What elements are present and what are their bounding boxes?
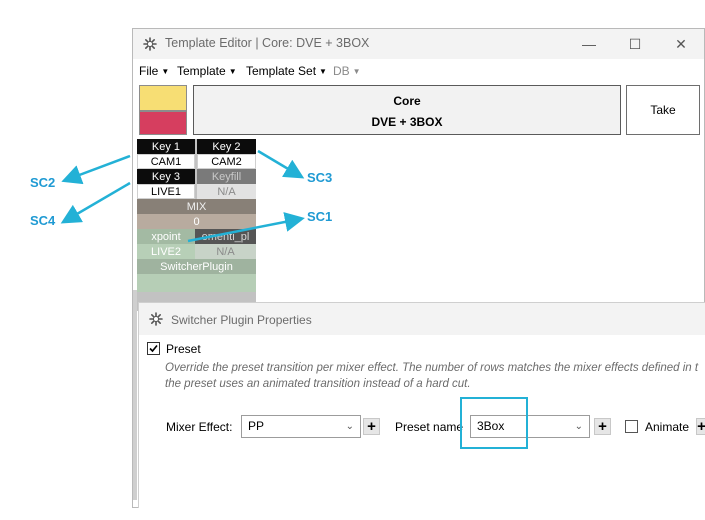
switcher-panel: Key 1 Key 2 CAM1 CAM2 Key 3 Keyfill LIVE…	[137, 139, 256, 311]
menu-template-label: Template	[177, 64, 226, 78]
zero-cell[interactable]: 0	[137, 214, 256, 229]
menu-file[interactable]: File ▼	[139, 64, 169, 78]
menu-template-set[interactable]: Template Set ▼	[246, 64, 327, 78]
color-swatch-red[interactable]	[139, 111, 187, 135]
core-display: Core DVE + 3BOX	[193, 85, 621, 135]
na-cell-2[interactable]: N/A	[195, 244, 256, 259]
element-cell[interactable]: ementi_pl	[195, 229, 256, 244]
dropdown-arrow-icon: ▼	[319, 67, 327, 76]
live2-cell[interactable]: LIVE2	[137, 244, 195, 259]
callout-sc1: SC1	[307, 209, 333, 224]
keyfill-cell[interactable]: Keyfill	[197, 169, 256, 184]
add-mixer-effect-button[interactable]: +	[363, 418, 380, 435]
live1-cell[interactable]: LIVE1	[137, 184, 195, 199]
chevron-down-icon: ⌄	[345, 421, 354, 432]
arrow-sc2	[61, 154, 131, 185]
menu-template-set-label: Template Set	[246, 64, 317, 78]
dialog-title: Switcher Plugin Properties	[171, 313, 312, 327]
arrow-sc4	[60, 181, 131, 224]
preset-checkbox[interactable]	[147, 342, 160, 355]
callout-sc2: SC2	[30, 175, 56, 190]
window-title: Template Editor | Core: DVE + 3BOX	[165, 36, 370, 50]
menu-db[interactable]: DB ▼	[333, 64, 361, 78]
cam2-cell[interactable]: CAM2	[197, 154, 256, 169]
dialog-title-bar[interactable]: Switcher Plugin Properties	[139, 303, 705, 335]
menu-bar: File ▼ Template ▼ Template Set ▼ DB ▼	[133, 61, 704, 81]
na-cell[interactable]: N/A	[197, 184, 256, 199]
cam1-cell[interactable]: CAM1	[137, 154, 195, 169]
preset-label: Preset	[166, 342, 201, 356]
dropdown-arrow-icon: ▼	[228, 67, 237, 76]
empty-plugin-row[interactable]	[137, 274, 256, 292]
callout-sc3: SC3	[307, 170, 333, 185]
description-line-2: the preset uses an animated transition i…	[165, 378, 471, 390]
callout-sc4: SC4	[30, 213, 56, 228]
chevron-down-icon: ⌄	[574, 421, 583, 432]
menu-file-label: File	[139, 64, 159, 78]
take-button[interactable]: Take	[626, 85, 700, 135]
core-subtitle: DVE + 3BOX	[371, 115, 443, 129]
mixer-effect-select[interactable]: PP ⌄	[241, 415, 361, 438]
dropdown-arrow-icon: ▼	[352, 67, 361, 76]
key2-cell[interactable]: Key 2	[197, 139, 256, 154]
animate-label: Animate	[645, 420, 690, 434]
checkmark-icon	[149, 344, 158, 353]
key1-cell[interactable]: Key 1	[137, 139, 195, 154]
xpoint-cell[interactable]: xpoint	[137, 229, 195, 244]
mix-cell[interactable]: MIX	[137, 199, 256, 214]
plus-icon: +	[598, 418, 607, 435]
animate-checkbox[interactable]	[625, 420, 638, 433]
preset-name-highlight	[460, 397, 528, 449]
switcher-plugin-properties-dialog: Switcher Plugin Properties Preset Overri…	[138, 302, 705, 508]
plus-icon: +	[367, 418, 376, 435]
preset-name-label: Preset name	[395, 420, 464, 434]
mixer-effect-value: PP	[248, 419, 265, 433]
plus-icon: +	[697, 418, 705, 435]
menu-template[interactable]: Template ▼	[177, 64, 237, 78]
close-icon[interactable]: ✕	[658, 29, 704, 59]
add-animate-button[interactable]: +	[696, 418, 705, 435]
add-preset-button[interactable]: +	[594, 418, 611, 435]
description-line-1: Override the preset transition per mixer…	[165, 362, 699, 374]
key3-cell[interactable]: Key 3	[137, 169, 195, 184]
preset-description: Override the preset transition per mixer…	[165, 360, 705, 392]
title-bar[interactable]: Template Editor | Core: DVE + 3BOX — ☐ ✕	[133, 29, 704, 59]
dropdown-arrow-icon: ▼	[161, 67, 170, 76]
color-swatch-yellow[interactable]	[139, 85, 187, 111]
switcher-plugin-cell[interactable]: SwitcherPlugin	[137, 259, 256, 274]
minimize-icon[interactable]: —	[566, 29, 612, 59]
maximize-icon[interactable]: ☐	[612, 29, 658, 59]
mixer-effect-label: Mixer Effect:	[166, 420, 233, 434]
gear-sparkle-icon	[143, 37, 157, 51]
menu-db-label: DB	[333, 64, 350, 78]
core-title: Core	[393, 94, 421, 108]
gear-sparkle-icon	[149, 312, 163, 326]
scrollbar[interactable]	[133, 290, 137, 500]
